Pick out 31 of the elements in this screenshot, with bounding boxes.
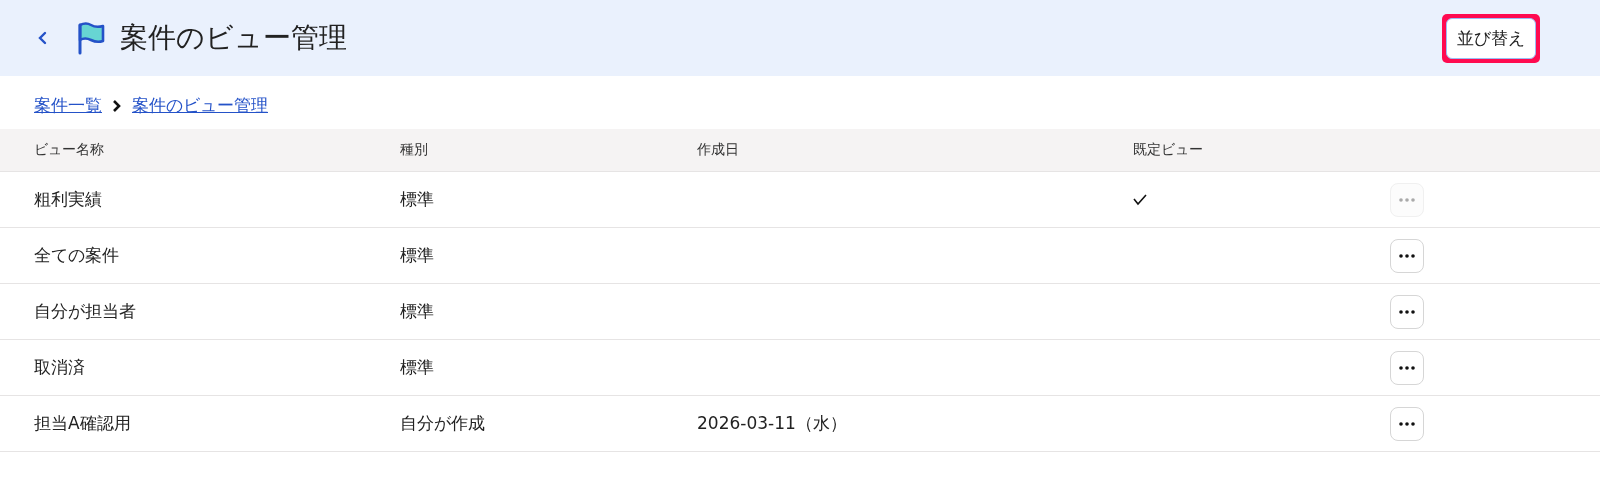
column-header: 既定ビュー — [1133, 141, 1204, 159]
column-header: 作成日 — [697, 141, 740, 159]
more-icon — [1399, 421, 1415, 426]
table-cell-text: 担当A確認用 — [34, 412, 132, 435]
column-header: ビュー名称 — [34, 141, 105, 159]
more-button[interactable] — [1390, 406, 1424, 441]
more-icon — [1399, 197, 1415, 202]
more-button[interactable] — [1390, 350, 1424, 385]
table-cell-text: 自分が作成 — [400, 412, 486, 435]
table-cell-text: 取消済 — [34, 356, 86, 379]
table-cell-text: 粗利実績 — [34, 188, 103, 211]
table-cell-text: 自分が担当者 — [34, 300, 137, 323]
breadcrumb-link[interactable]: 案件一覧 — [34, 94, 102, 117]
table-cell-text: 全ての案件 — [34, 244, 120, 267]
more-icon — [1399, 309, 1415, 314]
more-icon — [1399, 253, 1415, 258]
more-button[interactable] — [1390, 238, 1424, 273]
table-cell-text: 標準 — [400, 356, 435, 379]
table-cell-text: 標準 — [400, 300, 435, 323]
table-cell: 2026-03-11（水） — [697, 413, 847, 433]
more-icon — [1399, 365, 1415, 370]
table-cell-text: 標準 — [400, 244, 435, 267]
sort-button[interactable]: 並び替え — [1446, 17, 1536, 59]
chevron-right-icon — [112, 98, 122, 113]
more-button[interactable] — [1390, 294, 1424, 329]
page-title: 案件のビュー管理 — [120, 20, 347, 56]
flag-icon — [76, 21, 106, 55]
back-icon — [37, 31, 47, 45]
table-cell-text: 標準 — [400, 188, 435, 211]
breadcrumb-link[interactable]: 案件のビュー管理 — [132, 94, 268, 117]
column-header: 種別 — [400, 141, 429, 159]
